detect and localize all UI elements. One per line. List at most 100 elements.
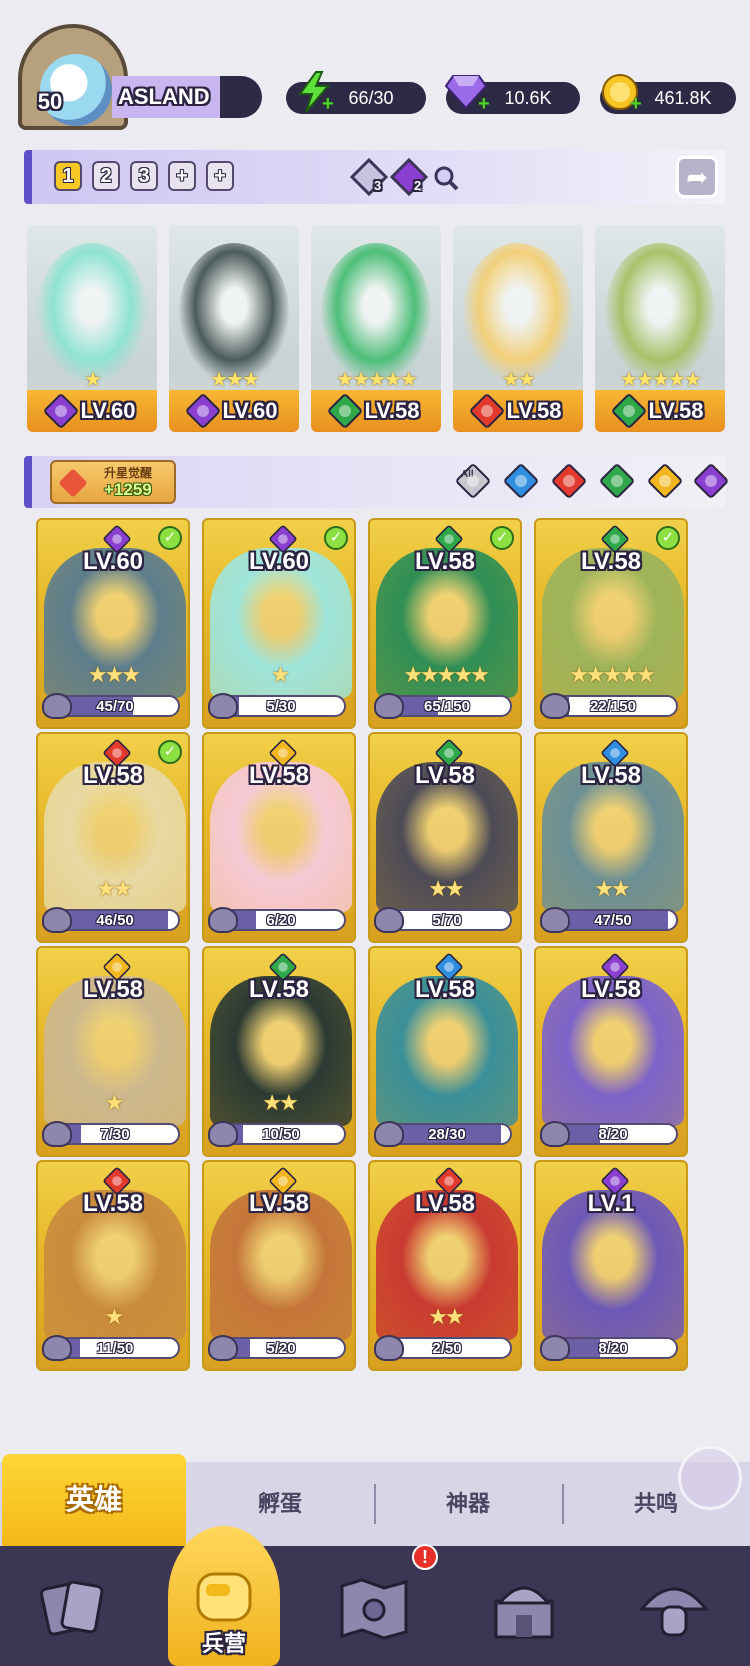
- hero-level: LV.58: [506, 398, 562, 423]
- hero-level: LV.58: [580, 762, 642, 789]
- hero-level: LV.58: [248, 976, 310, 1003]
- hero-card[interactable]: LV.58 28/30: [368, 946, 522, 1157]
- crystal-icon: 3: [349, 157, 389, 197]
- hero-portrait: [321, 243, 431, 383]
- lineup-card[interactable]: ★★★★★ LV.58: [311, 225, 441, 432]
- shard-icon: [374, 693, 404, 719]
- tab-artifact[interactable]: 神器: [378, 1462, 558, 1546]
- star-rating: ★: [104, 1090, 125, 1115]
- hero-level: LV.58: [82, 976, 144, 1003]
- tab-heroes[interactable]: 英雄: [2, 1454, 186, 1546]
- in-team-check-icon: ✓: [158, 526, 182, 550]
- filter-nature-icon[interactable]: [598, 462, 636, 500]
- hero-card[interactable]: LV.58 ★★ 5/70: [368, 732, 522, 943]
- dark-crystal-icon: 2: [389, 157, 429, 197]
- team-slot-2[interactable]: 2: [92, 161, 120, 191]
- in-team-check-icon: ✓: [490, 526, 514, 550]
- hero-card[interactable]: LV.58 ✓ ★★★★★ 22/150: [534, 518, 688, 729]
- team-selector-bar: 1 2 3 + + 3 2 ➦: [24, 150, 726, 204]
- shard-icon: [208, 1121, 238, 1147]
- hero-level: LV.58: [248, 1190, 310, 1217]
- sword-icon: [58, 468, 88, 498]
- team-slot-add-2[interactable]: +: [206, 161, 234, 191]
- fist-icon: [196, 1572, 252, 1622]
- star-rating: ★★★: [210, 369, 260, 391]
- shard-icon: [540, 907, 570, 933]
- hero-portrait: [605, 243, 715, 383]
- coin-add-button[interactable]: +: [630, 94, 646, 114]
- hero-card[interactable]: LV.60 ✓ ★★★ 45/70: [36, 518, 190, 729]
- filter-dark-icon[interactable]: [692, 462, 730, 500]
- shard-icon: [374, 1121, 404, 1147]
- hero-level: LV.60: [80, 398, 136, 423]
- hero-card[interactable]: LV.58 5/20: [202, 1160, 356, 1371]
- nav-map-icon[interactable]: [334, 1568, 414, 1648]
- hero-card[interactable]: LV.58 8/20: [534, 946, 688, 1157]
- share-icon[interactable]: ➦: [676, 156, 718, 198]
- player-name-plate[interactable]: ASLAND: [112, 76, 262, 118]
- shard-icon: [208, 907, 238, 933]
- filter-bar: 升星觉醒 +1259 All: [24, 456, 730, 508]
- hero-card[interactable]: LV.1 8/20: [534, 1160, 688, 1371]
- gem-add-button[interactable]: +: [478, 94, 494, 114]
- nav-barracks[interactable]: 兵营: [168, 1526, 280, 1666]
- fire-element-icon: [469, 392, 506, 430]
- hero-level: LV.58: [414, 1190, 476, 1217]
- section-tabs: 英雄 孵蛋 神器 共鸣: [0, 1454, 750, 1546]
- hero-card[interactable]: LV.60 ✓ ★ 5/30: [202, 518, 356, 729]
- shard-icon: [374, 1335, 404, 1361]
- lineup-card[interactable]: ★ LV.60: [27, 225, 157, 432]
- lineup-card[interactable]: ★★ LV.58: [453, 225, 583, 432]
- bottom-nav: 兵营: [0, 1526, 750, 1666]
- hero-card[interactable]: LV.58 ★ 11/50: [36, 1160, 190, 1371]
- search-icon[interactable]: [432, 164, 460, 197]
- hero-card[interactable]: LV.58 ★★ 47/50: [534, 732, 688, 943]
- in-team-check-icon: ✓: [656, 526, 680, 550]
- team-slot-add-1[interactable]: +: [168, 161, 196, 191]
- shard-icon: [42, 907, 72, 933]
- star-rating: ★★: [428, 876, 464, 901]
- compass-icon[interactable]: [678, 1446, 742, 1510]
- filter-water-icon[interactable]: [502, 462, 540, 500]
- hero-level: LV.58: [82, 1190, 144, 1217]
- hero-level: LV.1: [587, 1190, 635, 1217]
- star-rating: ★: [270, 662, 291, 687]
- energy-add-button[interactable]: +: [322, 94, 338, 114]
- hero-portrait: [37, 243, 147, 383]
- star-rating: ★★★★★: [569, 662, 656, 687]
- filter-light-icon[interactable]: [646, 462, 684, 500]
- hero-level: LV.58: [580, 976, 642, 1003]
- hero-card[interactable]: LV.58 ✓ ★★★★★ 65/150: [368, 518, 522, 729]
- map-alert-badge: !: [412, 1544, 438, 1570]
- nav-cards-icon[interactable]: [34, 1568, 114, 1648]
- dark-element-icon: [43, 392, 80, 430]
- filter-all[interactable]: All: [454, 462, 492, 500]
- in-team-check-icon: ✓: [324, 526, 348, 550]
- hero-portrait: [179, 243, 289, 383]
- hero-level: LV.60: [248, 548, 310, 575]
- hero-level: LV.60: [82, 548, 144, 575]
- hero-card[interactable]: LV.58 ★★ 10/50: [202, 946, 356, 1157]
- star-rating: ★★★: [87, 662, 141, 687]
- team-slot-1[interactable]: 1: [54, 161, 82, 191]
- hero-portrait: [463, 243, 573, 383]
- star-awaken-button[interactable]: 升星觉醒 +1259: [50, 460, 176, 504]
- star-rating: ★: [84, 369, 102, 391]
- hero-card[interactable]: LV.58 ✓ ★★ 46/50: [36, 732, 190, 943]
- hero-card[interactable]: LV.58 ★★ 2/50: [368, 1160, 522, 1371]
- nav-mushroom-icon[interactable]: [634, 1568, 714, 1648]
- hero-card[interactable]: LV.58 6/20: [202, 732, 356, 943]
- star-rating: ★: [104, 1304, 125, 1329]
- filter-fire-icon[interactable]: [550, 462, 588, 500]
- team-slot-3[interactable]: 3: [130, 161, 158, 191]
- top-bar: 50 ASLAND 66/30 + 10.6K + 461.8K +: [0, 0, 750, 140]
- tab-divider: [562, 1484, 564, 1524]
- shard-icon: [540, 1335, 570, 1361]
- star-rating: ★★: [502, 369, 536, 391]
- hero-card[interactable]: LV.58 ★ 7/30: [36, 946, 190, 1157]
- nav-barracks-label: 兵营: [201, 1631, 246, 1656]
- shard-icon: [42, 1335, 72, 1361]
- lineup-card[interactable]: ★★★ LV.60: [169, 225, 299, 432]
- nav-shrine-icon[interactable]: [484, 1568, 564, 1648]
- lineup-card[interactable]: ★★★★★ LV.58: [595, 225, 725, 432]
